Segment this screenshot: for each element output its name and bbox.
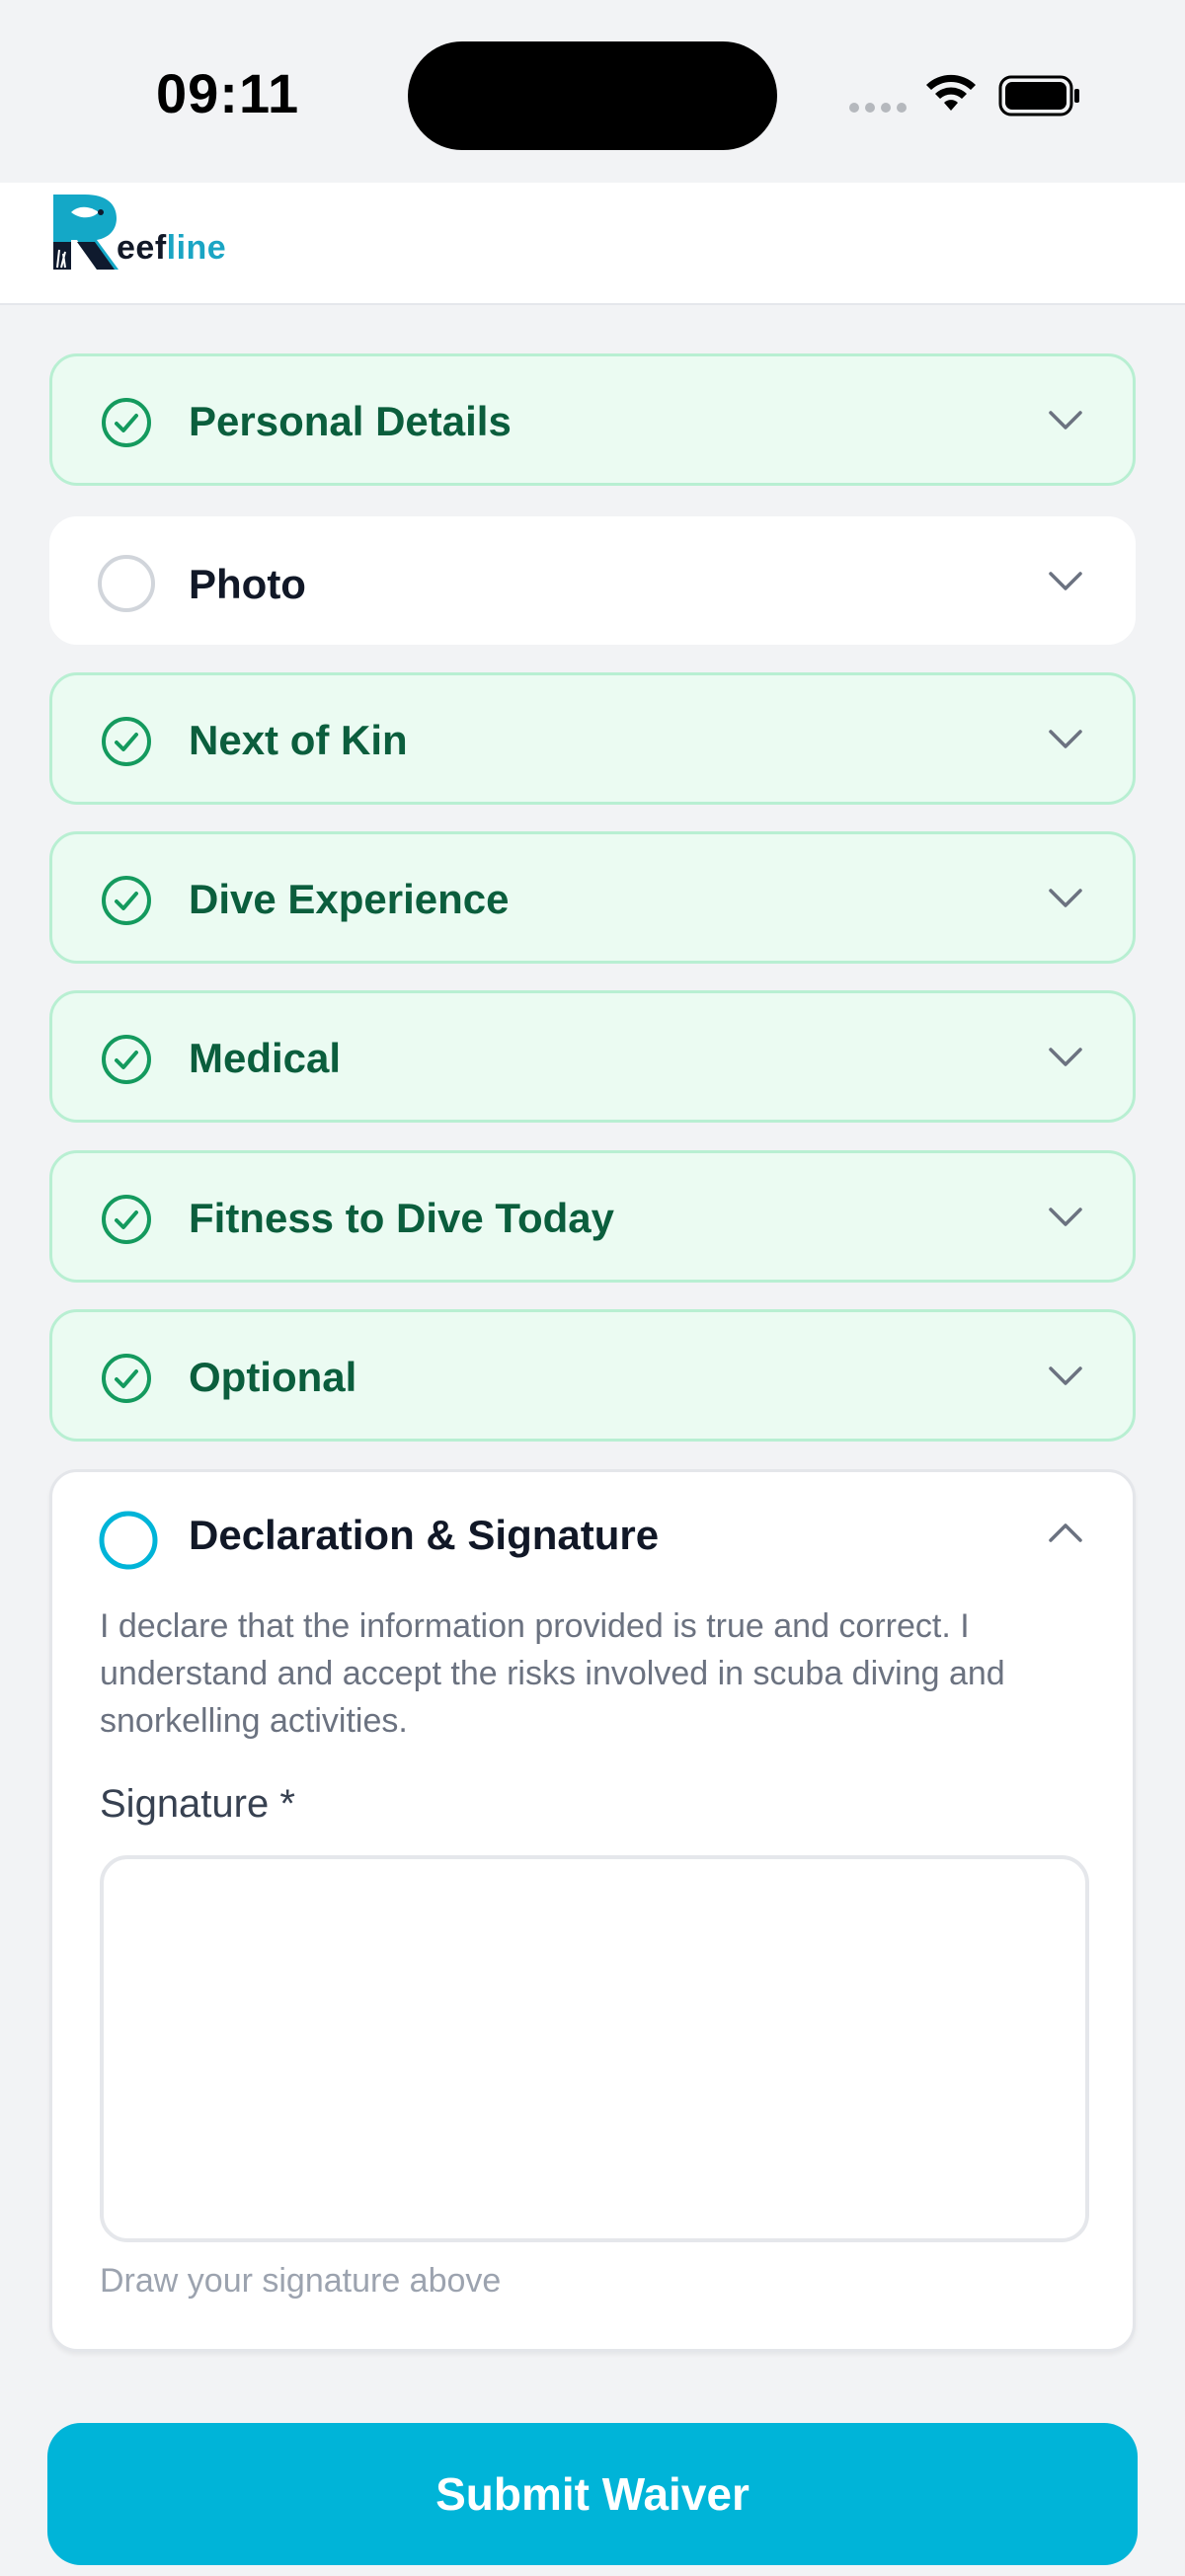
active-circle-icon: [99, 1511, 158, 1570]
section-fitness-to-dive-today[interactable]: Fitness to Dive Today: [49, 1150, 1136, 1283]
check-circle-icon: [102, 1195, 151, 1244]
section-label: Next of Kin: [189, 717, 408, 763]
section-next-of-kin[interactable]: Next of Kin: [49, 672, 1136, 805]
section-photo[interactable]: Photo: [49, 516, 1136, 645]
chevron-down-icon: [1049, 1208, 1082, 1226]
chevron-down-icon: [1049, 411, 1082, 429]
battery-icon: [998, 75, 1079, 117]
signature-label: Signature *: [100, 1782, 295, 1826]
section-optional[interactable]: Optional: [49, 1309, 1136, 1442]
cellular-signal-icon: [849, 103, 907, 113]
reef-r-logo-icon: [53, 195, 118, 270]
status-time: 09:11: [156, 62, 300, 124]
app-header: eefline: [0, 183, 1185, 305]
chevron-down-icon: [1049, 1048, 1082, 1066]
section-label: Photo: [189, 561, 306, 607]
section-personal-details[interactable]: Personal Details: [49, 353, 1136, 486]
chevron-down-icon: [1049, 1366, 1082, 1385]
reefline-logo[interactable]: eefline: [51, 191, 226, 272]
chevron-up-icon[interactable]: [1048, 1522, 1083, 1543]
chevron-down-icon: [1049, 730, 1082, 748]
check-circle-icon: [102, 398, 151, 447]
declaration-text: I declare that the information provided …: [100, 1607, 1005, 1740]
logo-text: eefline: [117, 229, 227, 267]
section-label: Personal Details: [189, 398, 512, 444]
section-label[interactable]: Declaration & Signature: [189, 1512, 659, 1559]
status-bar: 09:11: [0, 0, 1185, 183]
signature-hint: Draw your signature above: [100, 2262, 502, 2300]
check-circle-icon: [102, 717, 151, 766]
chevron-down-icon: [1049, 889, 1082, 907]
section-declaration-signature: Declaration & Signature I declare that t…: [49, 1469, 1136, 2352]
section-label: Medical: [189, 1035, 342, 1081]
chevron-down-icon: [1049, 572, 1082, 590]
section-medical[interactable]: Medical: [49, 990, 1136, 1123]
section-dive-experience[interactable]: Dive Experience: [49, 831, 1136, 964]
section-label: Optional: [189, 1354, 357, 1400]
check-circle-icon: [102, 1354, 151, 1403]
signature-pad[interactable]: [100, 1855, 1089, 2242]
submit-waiver-button[interactable]: Submit Waiver: [47, 2423, 1138, 2565]
wifi-icon: [926, 74, 976, 111]
check-circle-icon: [102, 876, 151, 925]
section-label: Dive Experience: [189, 876, 510, 922]
empty-circle-icon: [98, 555, 155, 612]
check-circle-icon: [102, 1035, 151, 1084]
dynamic-island: [408, 41, 777, 150]
section-label: Fitness to Dive Today: [189, 1195, 614, 1241]
